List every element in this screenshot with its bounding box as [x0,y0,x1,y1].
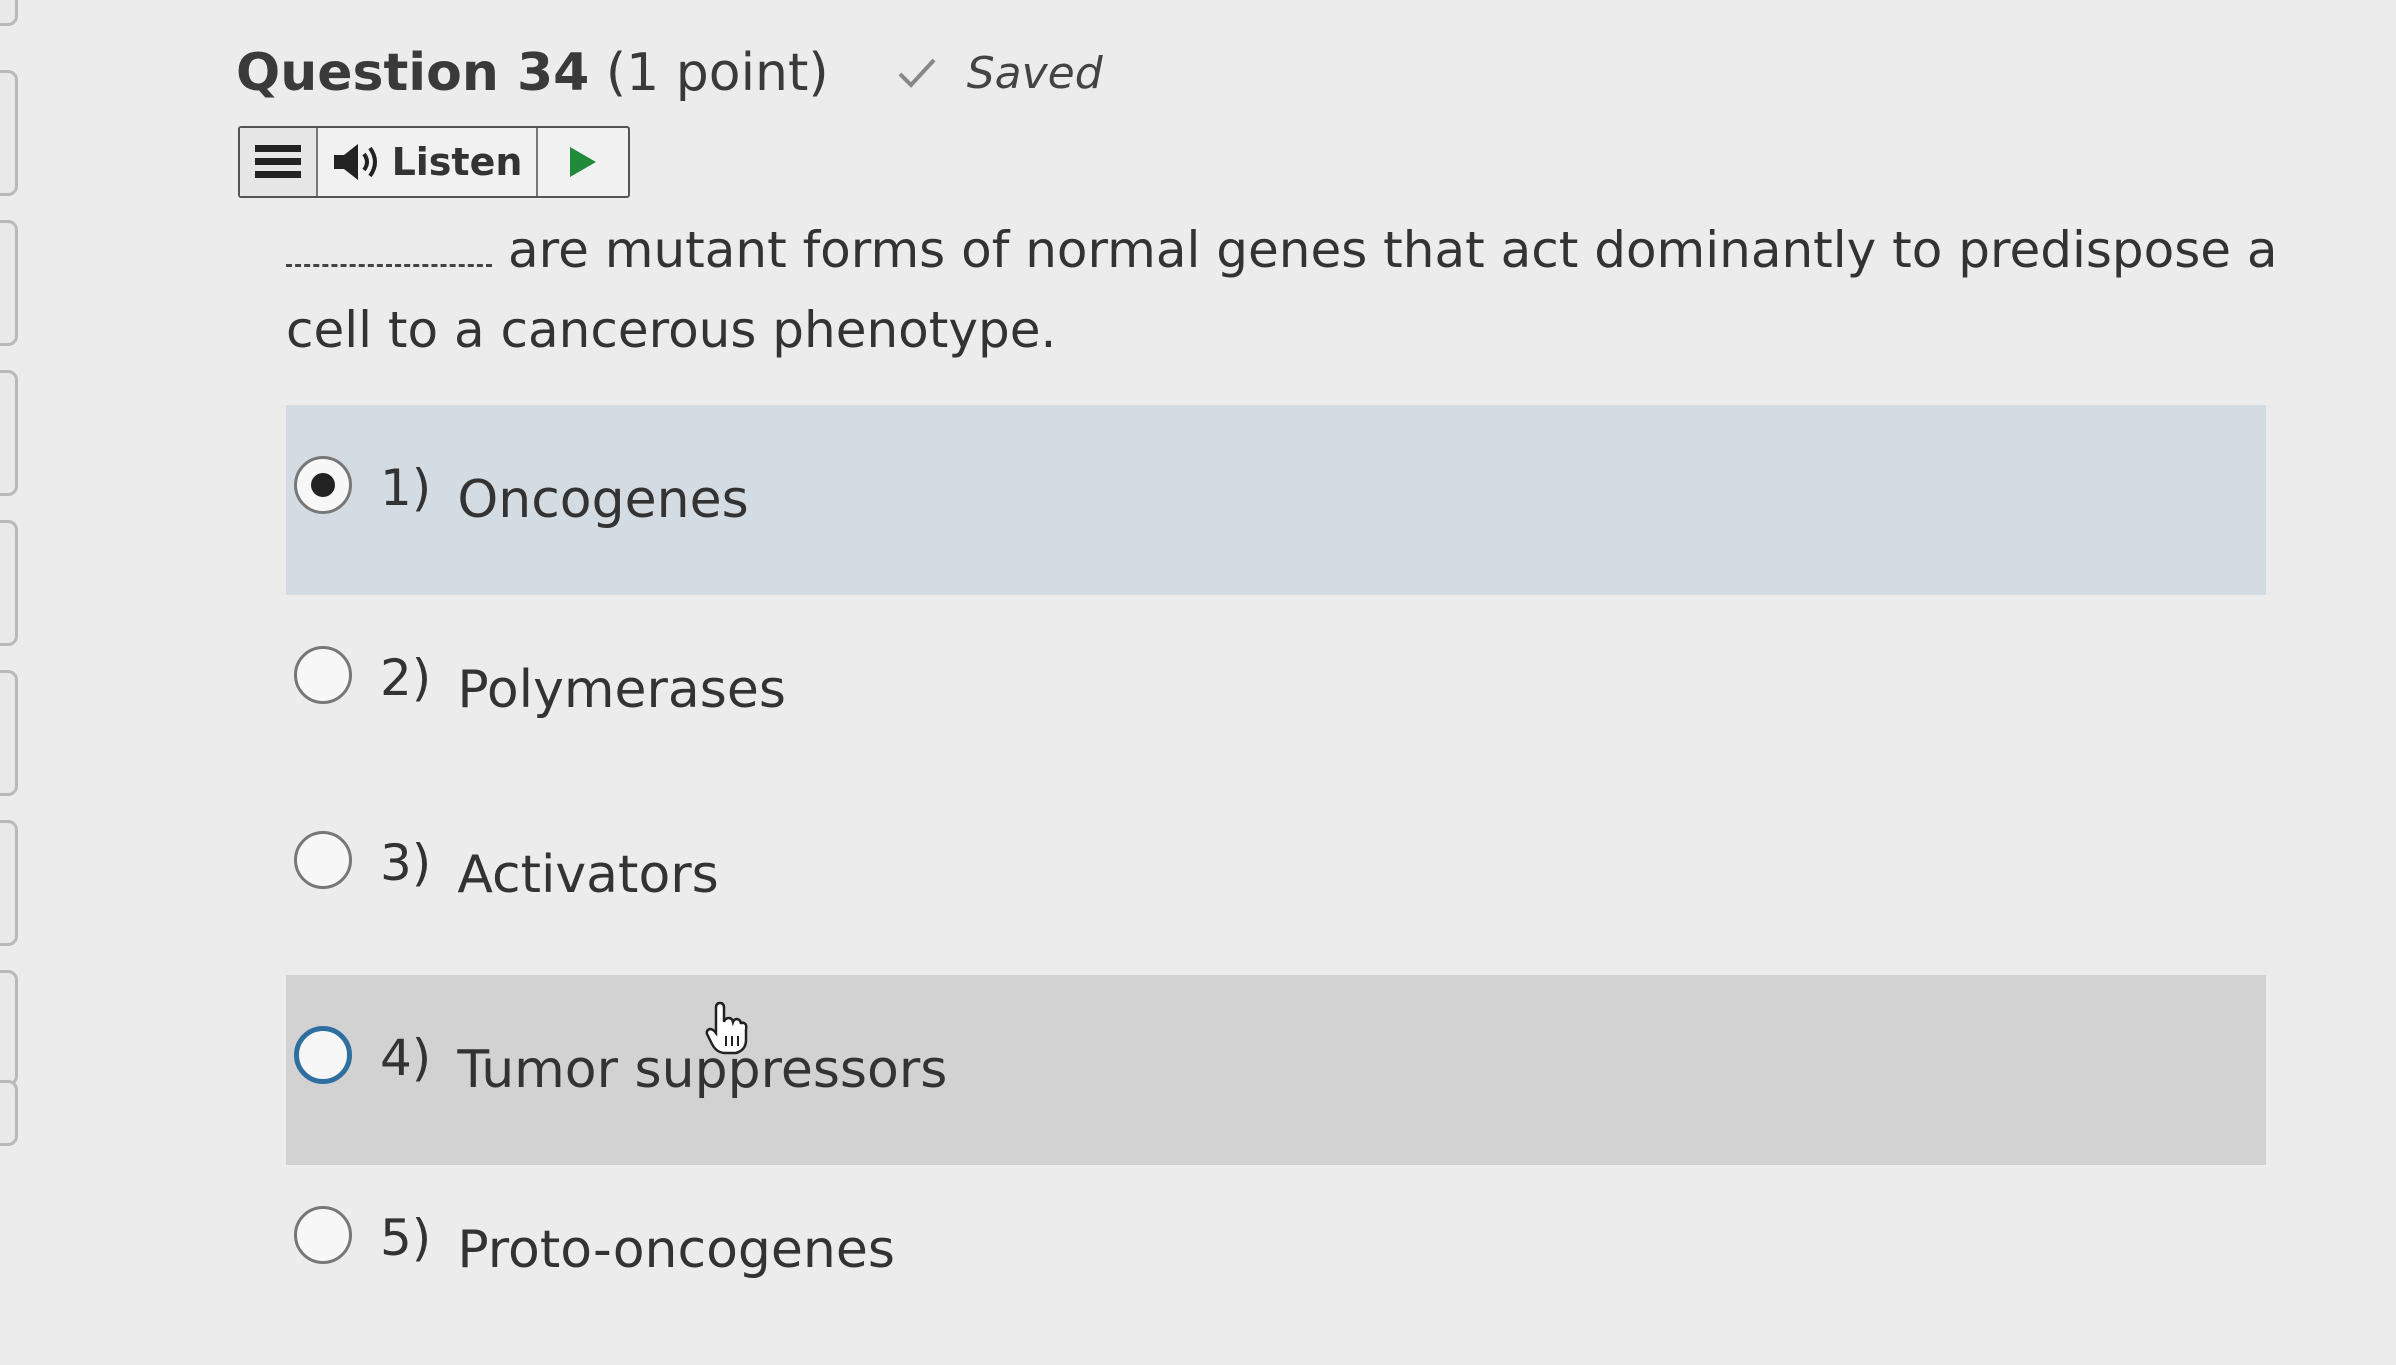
side-tab [0,220,18,346]
play-icon [570,147,596,177]
option-4[interactable]: 4) Tumor suppressors [286,975,2266,1165]
menu-button[interactable] [240,128,318,196]
prompt-text: are mutant forms of normal genes that ac… [286,221,2278,359]
radio-button-focused[interactable] [294,1026,352,1084]
option-2[interactable]: 2) Polymerases [286,595,2266,785]
question-prompt: are mutant forms of normal genes that ac… [286,210,2286,370]
radio-button[interactable] [294,831,352,889]
radio-button-selected[interactable] [294,456,352,514]
option-label: Activators [457,845,719,905]
option-label: Proto-oncogenes [457,1220,895,1280]
speaker-icon [333,144,377,180]
side-tab [0,70,18,196]
side-tab [0,0,18,26]
hand-cursor-icon [705,1001,748,1055]
question-panel: Question 34 (1 point) Saved Listen are m… [236,0,2336,1365]
option-number: 4) [380,1029,432,1087]
option-number: 1) [380,459,432,517]
side-tab [0,670,18,796]
option-1[interactable]: 1) Oncogenes [286,405,2266,595]
option-number: 2) [380,649,432,707]
side-tab [0,520,18,646]
option-number: 3) [380,834,432,892]
option-label: Tumor suppressors [457,1040,948,1100]
option-5[interactable]: 5) Proto-oncogenes [286,1155,2266,1345]
listen-button[interactable]: Listen [318,128,538,196]
question-title: Question 34 (1 point) [236,43,829,103]
play-button[interactable] [538,128,628,196]
option-number: 5) [380,1209,432,1267]
answer-blank [286,234,492,267]
side-tab [0,1080,18,1146]
hamburger-icon [255,145,301,178]
radio-button[interactable] [294,646,352,704]
saved-label: Saved [966,47,1103,99]
side-tab [0,820,18,946]
option-3[interactable]: 3) Activators [286,780,2266,970]
checkmark-icon [898,58,936,88]
side-tab [0,970,18,1086]
listen-label: Listen [391,140,523,184]
option-label: Polymerases [457,660,786,720]
question-header: Question 34 (1 point) Saved [236,38,1103,108]
radio-dot [311,473,335,497]
option-label: Oncogenes [457,470,749,530]
readspeaker-toolbar: Listen [238,126,630,198]
radio-button[interactable] [294,1206,352,1264]
side-tab [0,370,18,496]
saved-status: Saved [897,48,1103,99]
